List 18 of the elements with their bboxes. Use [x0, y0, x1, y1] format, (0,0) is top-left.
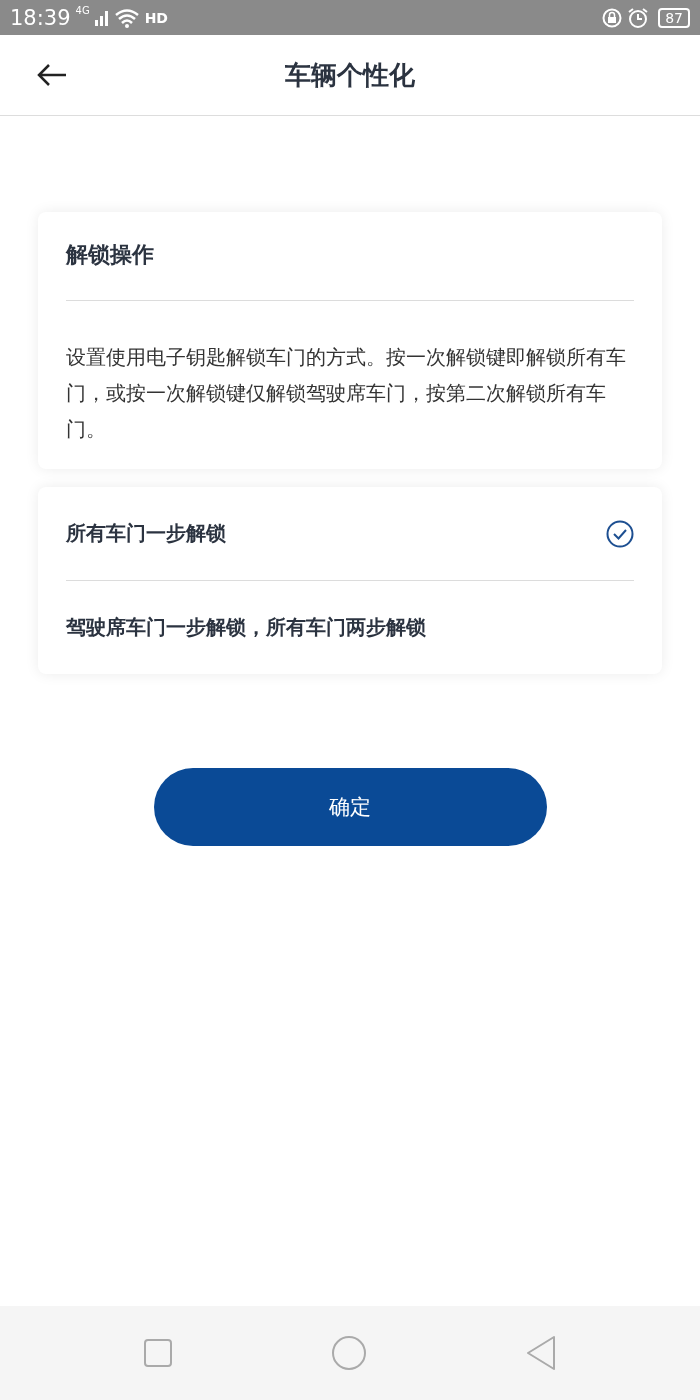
page-title: 车辆个性化: [285, 58, 415, 92]
network-label: 4G: [75, 5, 90, 16]
description-text: 设置使用电子钥匙解锁车门的方式。按一次解锁键即解锁所有车门，或按一次解锁键仅解锁驾驶席车门，按第二次解锁所有车门。: [66, 344, 627, 443]
signal-icon: [94, 9, 109, 26]
battery-indicator: 87: [658, 7, 690, 28]
wifi-icon: [113, 7, 140, 28]
status-time: 18:39: [10, 5, 71, 30]
card-title: 解锁操作: [66, 241, 155, 269]
home-button[interactable]: [331, 1335, 367, 1371]
hd-label: HD: [144, 9, 168, 26]
recents-button[interactable]: [143, 1338, 173, 1368]
confirm-button[interactable]: 确定: [153, 768, 547, 846]
alarm-icon: [627, 6, 650, 29]
back-button[interactable]: [36, 63, 68, 87]
unlock-option[interactable]: 所有车门一步解锁: [66, 487, 634, 580]
lock-rotation-icon: [602, 7, 623, 28]
back-nav-button[interactable]: [525, 1335, 557, 1371]
unlock-option[interactable]: 驾驶席车门一步解锁，所有车门两步解锁: [66, 581, 634, 674]
